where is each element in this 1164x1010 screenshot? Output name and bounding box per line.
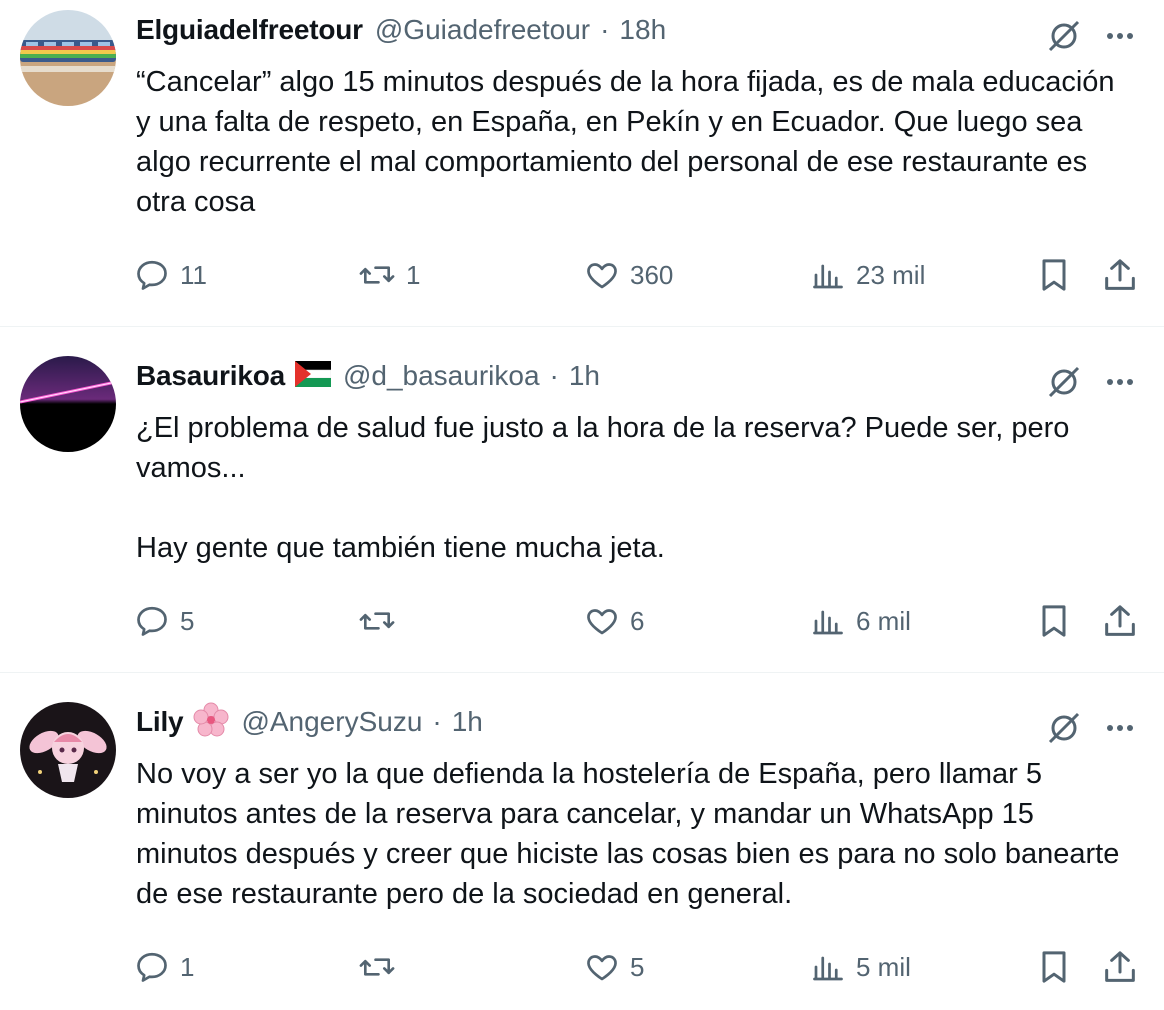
tweet[interactable]: Basaurikoa @d_basaurikoa · 1h ¿El proble… bbox=[0, 327, 1164, 672]
retweet-icon bbox=[359, 266, 395, 284]
more-options-icon[interactable] bbox=[1100, 16, 1140, 56]
retweet-icon bbox=[359, 958, 395, 976]
tweet[interactable]: Lily @AngerySuzu · 1h No voy a ser yo la… bbox=[0, 673, 1164, 1010]
view-count: 23 mil bbox=[856, 259, 926, 290]
like-count: 360 bbox=[630, 259, 674, 290]
display-name[interactable]: Elguiadelfreetour bbox=[136, 14, 363, 46]
like-button[interactable]: 360 bbox=[584, 255, 673, 295]
heart-icon bbox=[587, 955, 617, 981]
tweet-header: Elguiadelfreetour @Guiadefreetour · 18h bbox=[136, 10, 666, 50]
retweet-icon bbox=[359, 612, 395, 630]
tweet-header: Basaurikoa @d_basaurikoa · 1h bbox=[136, 356, 600, 396]
more-options-icon[interactable] bbox=[1100, 708, 1140, 748]
cherry-blossom-icon bbox=[193, 702, 229, 743]
retweet-button[interactable]: 1 bbox=[358, 255, 420, 295]
views-button[interactable]: 23 mil bbox=[810, 255, 925, 295]
separator-dot: · bbox=[432, 706, 442, 737]
grok-icon[interactable] bbox=[1044, 708, 1084, 748]
views-icon bbox=[813, 956, 843, 981]
reply-count: 5 bbox=[180, 605, 195, 636]
view-count: 5 mil bbox=[856, 951, 911, 982]
avatar[interactable] bbox=[20, 702, 116, 798]
views-button[interactable]: 6 mil bbox=[810, 601, 911, 641]
avatar[interactable] bbox=[20, 10, 116, 106]
views-icon bbox=[813, 264, 843, 289]
retweet-button[interactable] bbox=[358, 947, 406, 987]
views-button[interactable]: 5 mil bbox=[810, 947, 911, 987]
palestine-flag-icon bbox=[294, 360, 332, 392]
tweet-text: No voy a ser yo la que defienda la hoste… bbox=[136, 758, 1128, 910]
tweet-text: ¿El problema de salud fue justo a la hor… bbox=[136, 412, 1070, 564]
display-name[interactable]: Basaurikoa bbox=[136, 360, 285, 392]
bookmark-icon[interactable] bbox=[1034, 255, 1074, 295]
separator-dot: · bbox=[549, 360, 559, 391]
reply-icon bbox=[137, 606, 167, 636]
view-count: 6 mil bbox=[856, 605, 911, 636]
user-handle[interactable]: @AngerySuzu bbox=[241, 706, 422, 738]
like-count: 5 bbox=[630, 951, 645, 982]
reply-count: 11 bbox=[180, 259, 207, 290]
reply-icon bbox=[137, 260, 167, 290]
tweet[interactable]: Elguiadelfreetour @Guiadefreetour · 18h … bbox=[0, 0, 1164, 326]
share-icon[interactable] bbox=[1100, 601, 1140, 641]
grok-icon[interactable] bbox=[1044, 362, 1084, 402]
reply-button[interactable]: 5 bbox=[134, 601, 194, 641]
heart-icon bbox=[587, 609, 617, 635]
share-icon[interactable] bbox=[1100, 255, 1140, 295]
like-button[interactable]: 5 bbox=[584, 947, 644, 987]
retweet-count: 1 bbox=[406, 259, 421, 290]
tram-photo-image bbox=[20, 10, 116, 106]
reply-button[interactable]: 1 bbox=[134, 947, 194, 987]
reply-count: 1 bbox=[180, 951, 195, 982]
retweet-button[interactable] bbox=[358, 601, 406, 641]
heart-icon bbox=[587, 263, 617, 289]
timestamp[interactable]: 18h bbox=[619, 14, 666, 46]
anime-character-image bbox=[20, 702, 116, 798]
tweet-header: Lily @AngerySuzu · 1h bbox=[136, 702, 483, 742]
grok-icon[interactable] bbox=[1044, 16, 1084, 56]
timestamp[interactable]: 1h bbox=[569, 360, 600, 392]
user-handle[interactable]: @Guiadefreetour bbox=[375, 14, 590, 46]
neon-horizon-image bbox=[20, 356, 116, 452]
like-count: 6 bbox=[630, 605, 645, 636]
tweet-text: “Cancelar” algo 15 minutos después de la… bbox=[136, 66, 1123, 218]
timestamp[interactable]: 1h bbox=[452, 706, 483, 738]
bookmark-icon[interactable] bbox=[1034, 601, 1074, 641]
separator-dot: · bbox=[600, 14, 610, 45]
user-handle[interactable]: @d_basaurikoa bbox=[343, 360, 540, 392]
avatar[interactable] bbox=[20, 356, 116, 452]
like-button[interactable]: 6 bbox=[584, 601, 644, 641]
share-icon[interactable] bbox=[1100, 947, 1140, 987]
more-options-icon[interactable] bbox=[1100, 362, 1140, 402]
reply-icon bbox=[137, 952, 167, 982]
display-name[interactable]: Lily bbox=[136, 706, 184, 738]
bookmark-icon[interactable] bbox=[1034, 947, 1074, 987]
reply-button[interactable]: 11 bbox=[134, 255, 207, 295]
views-icon bbox=[813, 610, 843, 635]
